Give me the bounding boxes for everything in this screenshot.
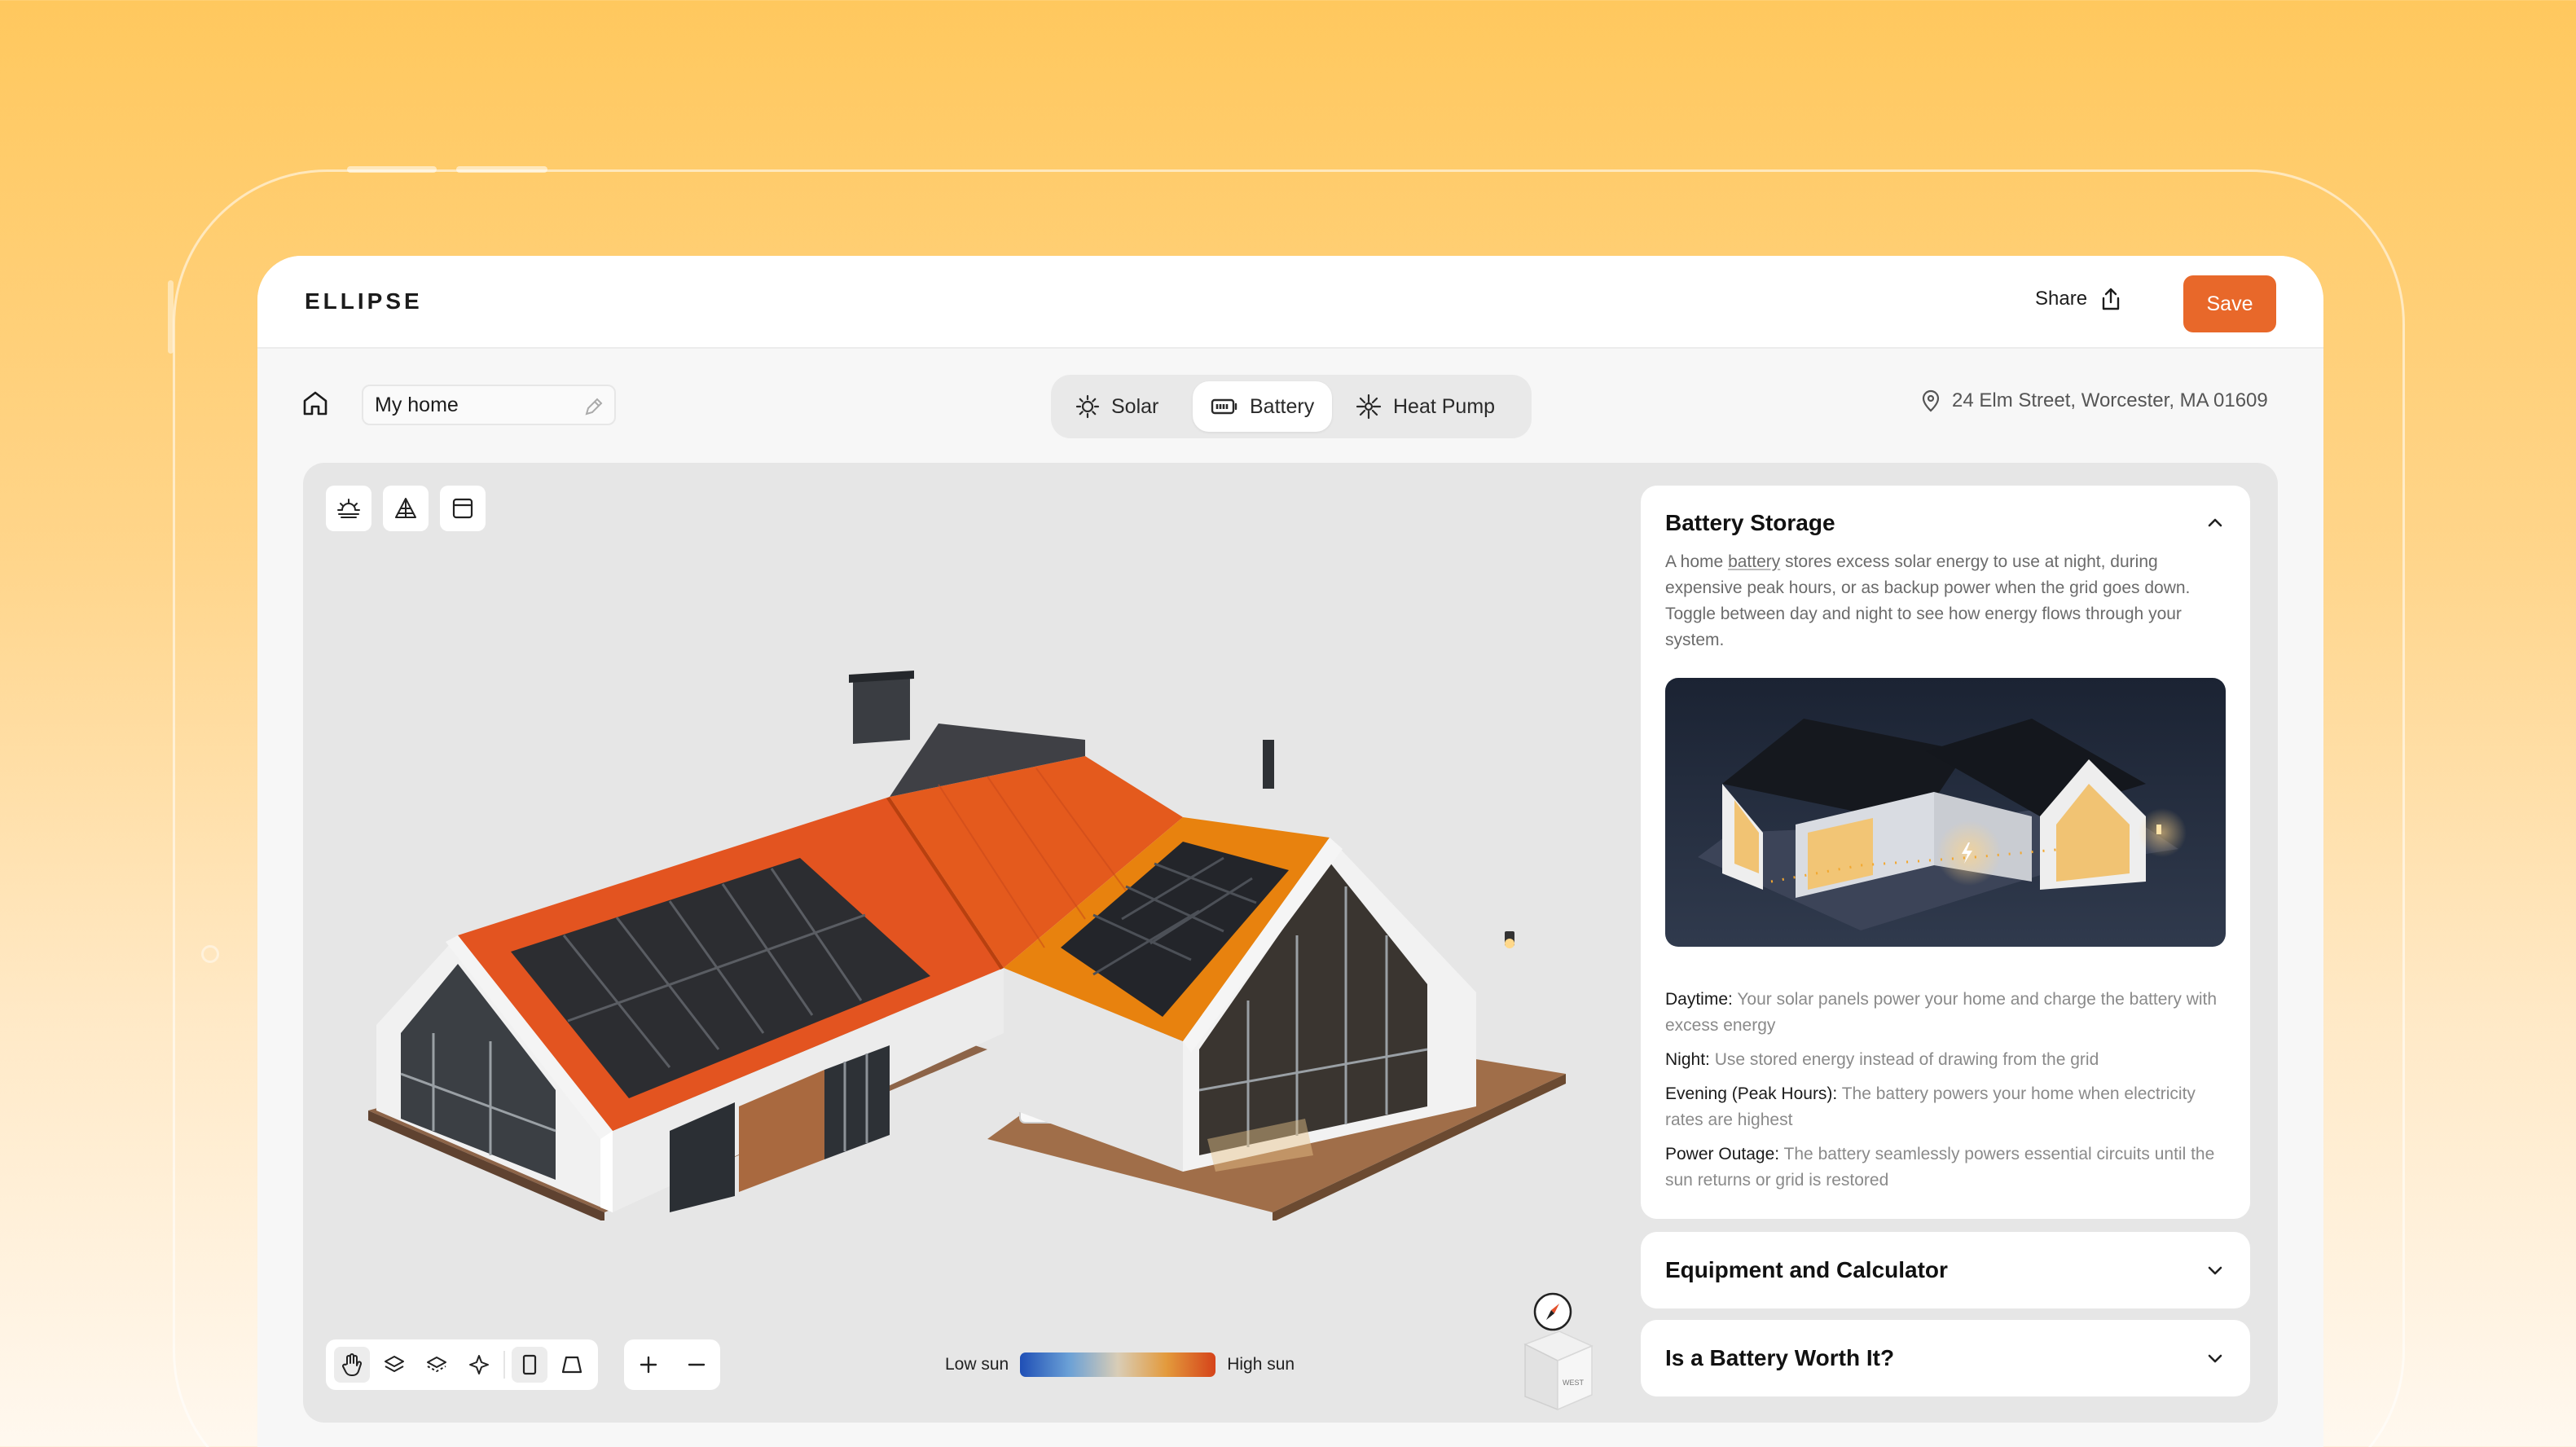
zoom-out-icon[interactable] bbox=[685, 1353, 708, 1376]
worth-title: Is a Battery Worth It? bbox=[1665, 1345, 1895, 1370]
cube-face-label: WEST bbox=[1563, 1379, 1585, 1387]
battery-icon bbox=[1211, 398, 1237, 415]
list-text: Your solar panels power your home and ch… bbox=[1665, 990, 2218, 1035]
tab-solar-label: Solar bbox=[1111, 394, 1159, 418]
terrain-button[interactable] bbox=[383, 486, 429, 531]
battery-usage-list: Daytime: Your solar panels power your ho… bbox=[1665, 987, 2226, 1194]
equipment-title: Equipment and Calculator bbox=[1665, 1257, 1948, 1282]
night-house-image bbox=[1665, 678, 2226, 947]
perspective-view-tool[interactable] bbox=[554, 1347, 590, 1383]
list-item: Power Outage: The battery seamlessly pow… bbox=[1665, 1141, 2226, 1194]
tab-battery-label: Battery bbox=[1250, 394, 1315, 418]
zoom-controls bbox=[624, 1339, 720, 1390]
home-icon[interactable] bbox=[301, 389, 329, 421]
tab-heat-pump-label: Heat Pump bbox=[1393, 394, 1496, 418]
portrait-icon bbox=[522, 1354, 537, 1375]
layers-alt-tool[interactable] bbox=[419, 1347, 455, 1383]
sun-path-button[interactable] bbox=[326, 486, 371, 531]
sparkle-icon bbox=[469, 1355, 489, 1374]
calendar-icon bbox=[452, 498, 473, 519]
legend-low-label: Low sun bbox=[945, 1355, 1009, 1374]
equipment-card[interactable]: Equipment and Calculator bbox=[1641, 1232, 2250, 1308]
list-term: Evening (Peak Hours): bbox=[1665, 1084, 1838, 1103]
list-item: Evening (Peak Hours): The battery powers… bbox=[1665, 1081, 2226, 1133]
chevron-down-icon[interactable] bbox=[2205, 1260, 2226, 1281]
mode-tabs: Solar Battery Heat Pump bbox=[1051, 375, 1532, 438]
chevron-up-icon[interactable] bbox=[2205, 512, 2226, 534]
tool-divider bbox=[503, 1351, 505, 1379]
address: 24 Elm Street, Worcester, MA 01609 bbox=[1921, 389, 2268, 412]
project-name-value: My home bbox=[375, 393, 459, 416]
top-bar: ELLIPSE Share Save bbox=[257, 256, 2323, 349]
battery-storage-title: Battery Storage bbox=[1665, 510, 1835, 535]
pan-tool[interactable] bbox=[334, 1347, 370, 1383]
tablet-side-button bbox=[168, 280, 174, 354]
portrait-view-tool[interactable] bbox=[512, 1347, 547, 1383]
hand-icon bbox=[342, 1353, 363, 1376]
sun-path-icon bbox=[337, 499, 360, 518]
terrain-icon bbox=[395, 498, 416, 518]
sun-icon bbox=[1075, 394, 1100, 419]
house-model[interactable] bbox=[368, 650, 1590, 1220]
pencil-icon[interactable] bbox=[583, 396, 604, 417]
tablet-camera bbox=[201, 945, 219, 963]
battery-link[interactable]: battery bbox=[1728, 552, 1780, 571]
tab-heat-pump[interactable]: Heat Pump bbox=[1338, 381, 1513, 432]
share-label: Share bbox=[2035, 288, 2088, 310]
sun-legend: Low sun High sun bbox=[945, 1352, 1295, 1377]
3d-viewer[interactable]: Low sun High sun WEST Battery Storage A … bbox=[303, 463, 2278, 1423]
tab-solar[interactable]: Solar bbox=[1057, 381, 1176, 432]
perspective-icon bbox=[561, 1356, 582, 1374]
layers-alt-icon bbox=[427, 1357, 446, 1372]
calendar-button[interactable] bbox=[440, 486, 486, 531]
worth-card[interactable]: Is a Battery Worth It? bbox=[1641, 1320, 2250, 1396]
legend-gradient-bar bbox=[1020, 1352, 1216, 1377]
app-logo: ELLIPSE bbox=[305, 288, 423, 314]
save-button[interactable]: Save bbox=[2183, 275, 2276, 332]
battery-storage-header[interactable]: Battery Storage bbox=[1665, 510, 2226, 536]
location-pin-icon bbox=[1922, 389, 1940, 412]
project-name-field[interactable]: My home bbox=[362, 385, 616, 425]
snowflake-icon bbox=[1356, 394, 1382, 420]
tab-battery[interactable]: Battery bbox=[1193, 381, 1333, 432]
tablet-button bbox=[347, 166, 437, 173]
layers-tool[interactable] bbox=[376, 1347, 412, 1383]
battery-storage-description: A home battery stores excess solar energ… bbox=[1665, 549, 2226, 653]
sparkle-tool[interactable] bbox=[461, 1347, 497, 1383]
legend-high-label: High sun bbox=[1227, 1355, 1295, 1374]
view-tools bbox=[326, 1339, 598, 1390]
description-text: A home bbox=[1665, 552, 1729, 571]
list-term: Power Outage: bbox=[1665, 1145, 1780, 1163]
share-button[interactable]: Share bbox=[2035, 287, 2121, 311]
chimney bbox=[853, 675, 910, 744]
app-window: ELLIPSE Share Save My home Solar Battery… bbox=[257, 256, 2323, 1447]
list-item: Daytime: Your solar panels power your ho… bbox=[1665, 987, 2226, 1039]
address-text: 24 Elm Street, Worcester, MA 01609 bbox=[1952, 389, 2268, 411]
layers-icon bbox=[385, 1356, 404, 1372]
view-cube[interactable]: WEST bbox=[1517, 1326, 1595, 1414]
zoom-in-icon[interactable] bbox=[637, 1353, 660, 1376]
list-item: Night: Use stored energy instead of draw… bbox=[1665, 1047, 2226, 1073]
list-term: Daytime: bbox=[1665, 990, 1733, 1009]
equipment-header[interactable]: Equipment and Calculator bbox=[1665, 1257, 2226, 1283]
share-icon bbox=[2102, 288, 2120, 310]
tablet-button bbox=[456, 166, 547, 173]
battery-storage-card: Battery Storage A home battery stores ex… bbox=[1641, 486, 2250, 1219]
chevron-down-icon[interactable] bbox=[2205, 1348, 2226, 1369]
worth-header[interactable]: Is a Battery Worth It? bbox=[1665, 1345, 2226, 1371]
list-text: Use stored energy instead of drawing fro… bbox=[1709, 1050, 2099, 1069]
list-term: Night: bbox=[1665, 1050, 1710, 1069]
